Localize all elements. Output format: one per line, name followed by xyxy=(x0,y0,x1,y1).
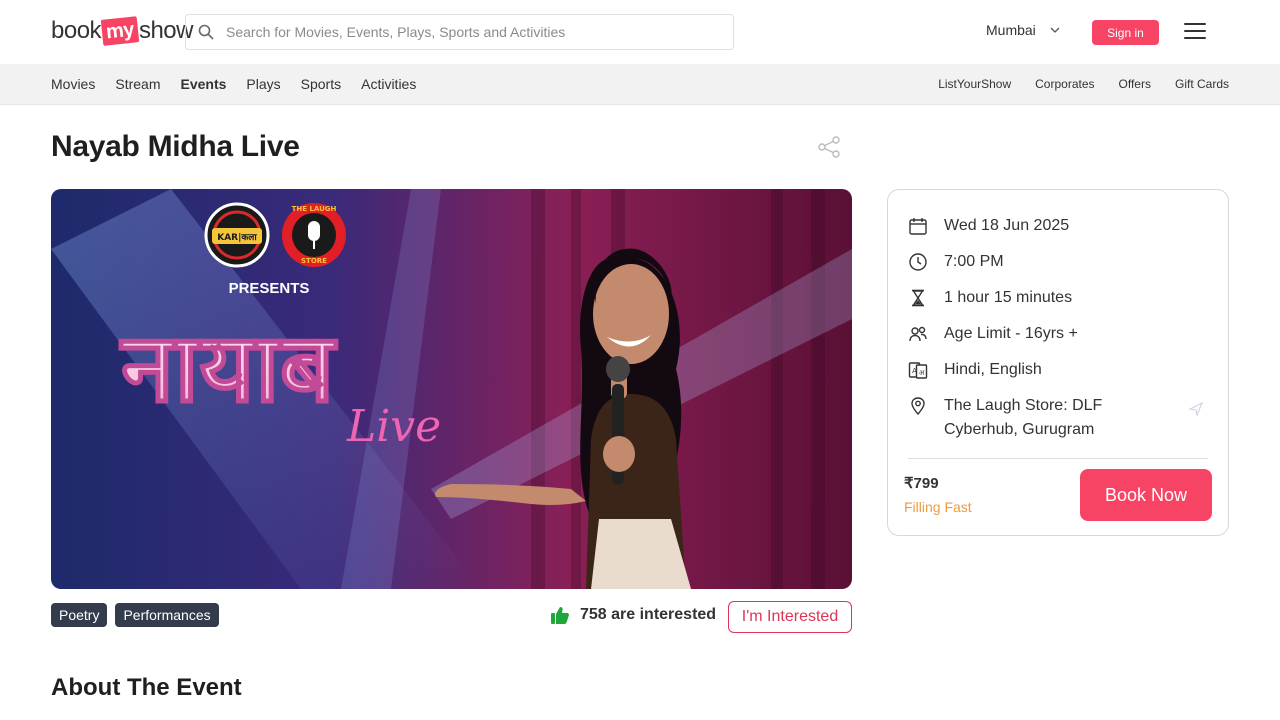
svg-text:PRESENTS: PRESENTS xyxy=(229,280,310,297)
logo-text-my: my xyxy=(100,16,140,46)
nav-movies[interactable]: Movies xyxy=(51,76,95,92)
share-icon[interactable] xyxy=(817,135,841,159)
people-icon xyxy=(909,326,927,342)
search-bar[interactable] xyxy=(185,14,734,50)
logo-text-book: book xyxy=(51,17,102,44)
svg-text:अ: अ xyxy=(919,369,925,377)
nav-list-your-show[interactable]: ListYourShow xyxy=(938,77,1011,91)
tag-poetry[interactable]: Poetry xyxy=(51,603,108,627)
event-banner: KAR|कला THE LAUGH STORE PRESENTS नायाब L… xyxy=(51,189,852,589)
nav-corporates[interactable]: Corporates xyxy=(1035,77,1094,91)
svg-text:KAR|कला: KAR|कला xyxy=(217,233,257,243)
bookmyshow-logo[interactable]: book my show xyxy=(51,14,193,48)
nav-left-links: Movies Stream Events Plays Sports Activi… xyxy=(51,64,416,104)
event-time: 7:00 PM xyxy=(944,253,1004,270)
event-venue[interactable]: The Laugh Store: DLF Cyberhub, Gurugram xyxy=(944,394,1158,442)
interest-count: 758 are interested xyxy=(550,605,716,625)
banner-image: KAR|कला THE LAUGH STORE PRESENTS नायाब L… xyxy=(51,189,852,589)
im-interested-button[interactable]: I'm Interested xyxy=(728,601,852,633)
event-details-card: Wed 18 Jun 2025 7:00 PM 1 hour 15 minute… xyxy=(887,189,1229,536)
time-row: 7:00 PM xyxy=(908,250,1004,274)
nav-gift-cards[interactable]: Gift Cards xyxy=(1175,77,1229,91)
menu-icon[interactable] xyxy=(1184,23,1206,39)
city-selector[interactable]: Mumbai xyxy=(986,22,1060,38)
nav-offers[interactable]: Offers xyxy=(1119,77,1151,91)
top-header: book my show Mumbai Sign in xyxy=(0,0,1280,64)
about-heading: About The Event xyxy=(51,674,242,701)
nav-events[interactable]: Events xyxy=(180,76,226,92)
chevron-down-icon xyxy=(1050,27,1060,33)
svg-text:नायाब: नायाब xyxy=(119,312,338,424)
thumbs-up-icon xyxy=(551,607,569,624)
ticket-price: ₹799 xyxy=(904,475,939,492)
sign-in-button[interactable]: Sign in xyxy=(1092,20,1159,45)
clock-icon xyxy=(909,253,927,271)
location-pin-icon xyxy=(911,397,925,416)
event-date: Wed 18 Jun 2025 xyxy=(944,217,1070,234)
directions-icon[interactable] xyxy=(1188,401,1204,417)
event-duration: 1 hour 15 minutes xyxy=(944,289,1073,306)
svg-text:A: A xyxy=(912,367,917,375)
language-row: A अ Hindi, English xyxy=(908,358,1042,382)
nav-stream[interactable]: Stream xyxy=(115,76,160,92)
svg-text:THE LAUGH: THE LAUGH xyxy=(292,205,337,213)
nav-sports[interactable]: Sports xyxy=(301,76,341,92)
city-label: Mumbai xyxy=(986,22,1036,38)
venue-row: The Laugh Store: DLF Cyberhub, Gurugram xyxy=(908,394,1158,442)
language-icon: A अ xyxy=(908,362,928,379)
nav-right-links: ListYourShow Corporates Offers Gift Card… xyxy=(938,64,1229,104)
search-input[interactable] xyxy=(226,24,706,40)
book-now-button[interactable]: Book Now xyxy=(1080,469,1212,521)
tag-performances[interactable]: Performances xyxy=(115,603,219,627)
event-title: Nayab Midha Live xyxy=(51,130,300,163)
calendar-icon xyxy=(909,218,927,235)
category-nav: Movies Stream Events Plays Sports Activi… xyxy=(0,64,1280,105)
nav-activities[interactable]: Activities xyxy=(361,76,416,92)
date-row: Wed 18 Jun 2025 xyxy=(908,214,1069,238)
interest-count-text: 758 are interested xyxy=(580,606,717,623)
card-divider xyxy=(908,458,1208,459)
nav-plays[interactable]: Plays xyxy=(246,76,280,92)
availability-status: Filling Fast xyxy=(904,499,972,515)
svg-text:STORE: STORE xyxy=(301,257,327,265)
event-tags: Poetry Performances xyxy=(51,603,219,627)
event-age-limit: Age Limit - 16yrs + xyxy=(944,325,1078,342)
svg-text:Live: Live xyxy=(346,401,441,452)
hourglass-icon xyxy=(912,289,924,307)
event-languages: Hindi, English xyxy=(944,361,1042,378)
duration-row: 1 hour 15 minutes xyxy=(908,286,1072,310)
search-icon xyxy=(198,24,214,40)
age-row: Age Limit - 16yrs + xyxy=(908,322,1078,346)
